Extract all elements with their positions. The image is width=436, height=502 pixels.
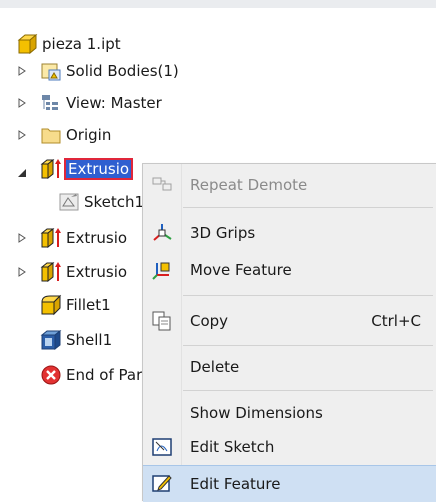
tree-item-label: Solid Bodies(1) xyxy=(66,62,179,80)
extrusion-icon xyxy=(40,158,62,180)
menu-separator xyxy=(183,207,433,208)
tree-item-sketch1[interactable]: Sketch1 xyxy=(58,188,144,216)
copy-icon xyxy=(151,310,173,332)
menu-item-repeat-demote[interactable]: Repeat Demote xyxy=(143,168,436,202)
view-representation-icon xyxy=(40,92,62,114)
3d-grips-icon xyxy=(151,222,173,244)
tree-item-end-of-part[interactable]: End of Part xyxy=(40,361,148,389)
tree-item-extrusion-selected[interactable]: Extrusio xyxy=(40,155,134,183)
menu-separator xyxy=(183,295,433,296)
context-menu: Repeat Demote 3D Grips Move Feature Copy… xyxy=(142,163,436,502)
solid-bodies-icon xyxy=(40,60,62,82)
tree-root-label: pieza 1.ipt xyxy=(42,35,121,53)
tree-item-label: Origin xyxy=(66,126,112,144)
end-of-part-icon xyxy=(40,364,62,386)
top-bar xyxy=(0,0,436,8)
folder-icon xyxy=(40,124,62,146)
menu-item-shortcut: Ctrl+C xyxy=(371,312,421,330)
shell-icon xyxy=(40,329,62,351)
tree-item-label: Extrusio xyxy=(63,158,134,180)
menu-item-label: Delete xyxy=(190,358,240,376)
menu-item-edit-sketch[interactable]: Edit Sketch xyxy=(143,430,436,464)
menu-item-move-feature[interactable]: Move Feature xyxy=(143,253,436,287)
expand-origin-toggle[interactable] xyxy=(16,129,28,141)
menu-item-label: Repeat Demote xyxy=(190,176,308,194)
expand-extrusion-2-toggle[interactable] xyxy=(16,232,28,244)
move-feature-icon xyxy=(151,259,173,281)
tree-item-extrusion-3[interactable]: Extrusio xyxy=(40,258,127,286)
tree-item-label: Shell1 xyxy=(66,331,113,349)
expand-view-master-toggle[interactable] xyxy=(16,97,28,109)
tree-item-origin[interactable]: Origin xyxy=(40,121,111,149)
extrusion-icon xyxy=(40,227,62,249)
tree-item-solid-bodies[interactable]: Solid Bodies(1) xyxy=(40,57,179,85)
tree-item-fillet1[interactable]: Fillet1 xyxy=(40,291,111,319)
menu-item-show-dimensions[interactable]: Show Dimensions xyxy=(143,396,436,430)
menu-item-edit-feature[interactable]: Edit Feature xyxy=(143,465,436,502)
tree-item-label: View: Master xyxy=(66,94,162,112)
tree-item-view-master[interactable]: View: Master xyxy=(40,89,162,117)
tree-item-label: Fillet1 xyxy=(66,296,111,314)
edit-feature-icon xyxy=(151,472,173,494)
menu-item-copy[interactable]: Copy Ctrl+C xyxy=(143,304,436,338)
expand-solid-bodies-toggle[interactable] xyxy=(16,65,28,77)
menu-separator xyxy=(183,390,433,391)
extrusion-icon xyxy=(40,261,62,283)
tree-item-label: Extrusio xyxy=(66,229,128,247)
menu-item-3d-grips[interactable]: 3D Grips xyxy=(143,216,436,250)
sketch-icon xyxy=(58,191,80,213)
tree-item-shell1[interactable]: Shell1 xyxy=(40,326,112,354)
collapse-extrusion-toggle[interactable] xyxy=(16,167,28,179)
tree-item-label: Extrusio xyxy=(66,263,128,281)
fillet-icon xyxy=(40,294,62,316)
tree-item-extrusion-2[interactable]: Extrusio xyxy=(40,224,127,252)
menu-item-label: 3D Grips xyxy=(190,224,256,242)
menu-item-label: Edit Sketch xyxy=(190,438,275,456)
repeat-demote-icon xyxy=(151,174,173,196)
menu-separator xyxy=(183,345,433,346)
tree-item-label: End of Part xyxy=(66,366,149,384)
tree-root[interactable]: pieza 1.ipt xyxy=(16,30,121,58)
menu-item-delete[interactable]: Delete xyxy=(143,350,436,384)
part-cube-icon xyxy=(16,33,38,55)
tree-item-label: Sketch1 xyxy=(84,193,145,211)
menu-item-label: Show Dimensions xyxy=(190,404,323,422)
expand-extrusion-3-toggle[interactable] xyxy=(16,266,28,278)
menu-item-label: Copy xyxy=(190,312,229,330)
edit-sketch-icon xyxy=(151,436,173,458)
menu-item-label: Move Feature xyxy=(190,261,292,279)
menu-item-label: Edit Feature xyxy=(190,475,281,493)
